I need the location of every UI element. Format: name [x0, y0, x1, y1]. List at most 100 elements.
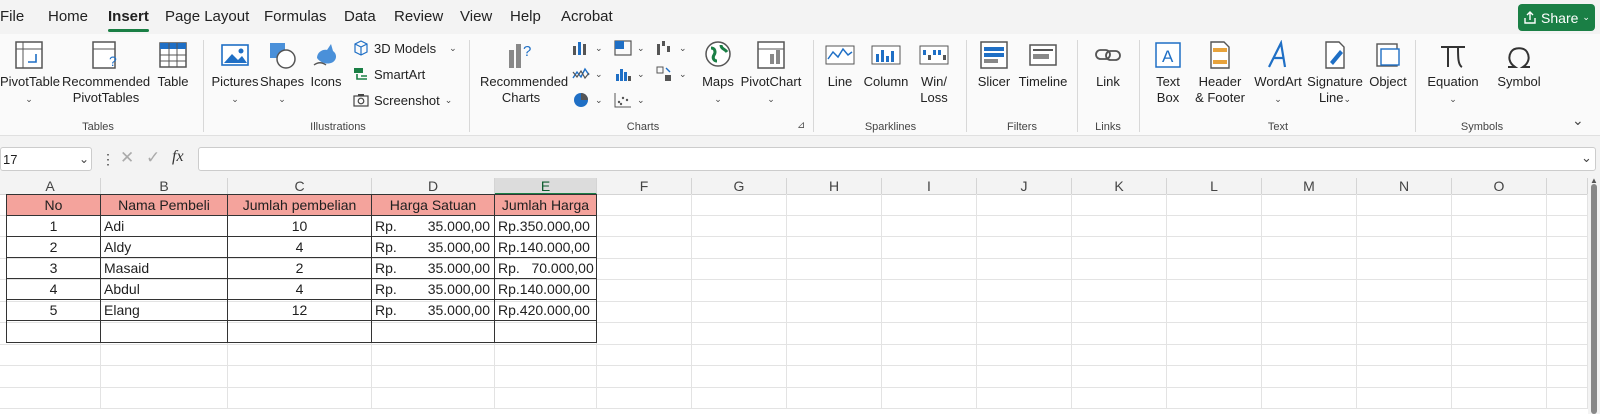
grid-cell[interactable] [1452, 194, 1547, 216]
grid-cell[interactable] [1547, 280, 1588, 302]
grid-cell[interactable] [882, 366, 977, 388]
grid-cell[interactable] [1547, 366, 1588, 388]
grid-cell[interactable] [1452, 301, 1547, 323]
grid-cell[interactable] [882, 215, 977, 237]
grid-cell[interactable] [0, 366, 101, 388]
screenshot-button[interactable]: Screenshot ⌄ [353, 92, 452, 108]
cell-no[interactable]: 3 [6, 258, 101, 279]
grid-cell[interactable] [597, 366, 692, 388]
grid-cell[interactable] [787, 301, 882, 323]
grid-cell[interactable] [692, 301, 787, 323]
cell-jumlah[interactable]: 10 [228, 216, 372, 237]
vertical-scrollbar[interactable]: ▲ [1588, 176, 1600, 414]
pivotchart-button[interactable]: PivotChart ⌄ [740, 40, 802, 107]
grid-cell[interactable] [1357, 366, 1452, 388]
column-header-O[interactable]: O [1452, 178, 1547, 195]
grid-cell[interactable] [1262, 301, 1357, 323]
tab-review[interactable]: Review [394, 8, 443, 25]
grid-cell[interactable] [787, 258, 882, 280]
header-cell-jumlah-harga[interactable]: Jumlah Harga [495, 194, 597, 216]
dialog-launcher-icon[interactable]: ⊿ [797, 120, 805, 131]
grid-cell[interactable] [1072, 215, 1167, 237]
grid-cell[interactable] [1357, 215, 1452, 237]
column-header-M[interactable]: M [1262, 178, 1357, 195]
grid-cell[interactable] [787, 237, 882, 259]
cell-no[interactable]: 1 [6, 216, 101, 237]
grid-cell[interactable] [495, 344, 597, 366]
grid-cell[interactable] [977, 215, 1072, 237]
grid-cell[interactable] [692, 323, 787, 345]
grid-cell[interactable] [372, 366, 495, 388]
grid-cell[interactable] [1452, 344, 1547, 366]
cell-jumlah-harga[interactable]: Rp.140.000,00 [495, 237, 597, 258]
grid-cell[interactable] [1167, 323, 1262, 345]
grid-cell[interactable] [1262, 366, 1357, 388]
3d-models-button[interactable]: 3D Models ⌄ [353, 40, 457, 56]
tab-insert[interactable]: Insert [108, 8, 149, 32]
grid-cell[interactable] [787, 366, 882, 388]
grid-cell[interactable] [597, 258, 692, 280]
cell-no[interactable]: 4 [6, 279, 101, 300]
cell-nama[interactable]: Aldy [101, 237, 228, 258]
scrollbar-thumb[interactable] [1591, 184, 1597, 414]
grid-cell[interactable] [882, 280, 977, 302]
grid-cell[interactable] [977, 237, 1072, 259]
grid-cell[interactable] [692, 387, 787, 409]
grid-cell[interactable] [597, 387, 692, 409]
grid-cell[interactable] [1357, 344, 1452, 366]
grid-cell[interactable] [977, 280, 1072, 302]
column-header-D[interactable]: D [372, 178, 495, 195]
grid-cell[interactable] [882, 387, 977, 409]
grid-cell[interactable] [1072, 280, 1167, 302]
cell-jumlah-harga[interactable]: Rp.350.000,00 [495, 216, 597, 237]
grid-cell[interactable] [692, 366, 787, 388]
tab-help[interactable]: Help [510, 8, 541, 25]
tab-acrobat[interactable]: Acrobat [561, 8, 613, 25]
grid-cell[interactable] [1452, 258, 1547, 280]
grid-cell[interactable] [1262, 280, 1357, 302]
grid-cell[interactable] [1072, 237, 1167, 259]
grid-cell[interactable] [1072, 387, 1167, 409]
grid-cell[interactable] [1452, 215, 1547, 237]
column-header-F[interactable]: F [597, 178, 692, 195]
grid-cell[interactable] [1262, 258, 1357, 280]
header-cell-harga-satuan[interactable]: Harga Satuan [372, 194, 495, 216]
wordart-button[interactable]: WordArt ⌄ [1252, 40, 1304, 107]
cell-no[interactable]: 5 [6, 300, 101, 321]
grid-cell[interactable] [1357, 301, 1452, 323]
grid-cell[interactable] [692, 237, 787, 259]
grid-cell[interactable] [882, 258, 977, 280]
column-header-L[interactable]: L [1167, 178, 1262, 195]
recommended-pivottables-button[interactable]: ? Recommended PivotTables [62, 40, 150, 106]
grid-cell[interactable] [372, 387, 495, 409]
name-box[interactable]: 17 ⌄ [0, 147, 92, 171]
cell-harga-satuan[interactable]: Rp. 35.000,00 [372, 258, 495, 279]
header-cell-nama-pembeli[interactable]: Nama Pembeli [101, 194, 228, 216]
cell-nama[interactable]: Abdul [101, 279, 228, 300]
statistic-chart-button[interactable]: ⌄ [614, 66, 645, 82]
grid-cell[interactable] [882, 237, 977, 259]
grid-cell[interactable] [0, 344, 101, 366]
grid-cell[interactable] [1262, 387, 1357, 409]
equation-button[interactable]: Equation ⌄ [1422, 40, 1484, 107]
grid-cell[interactable] [597, 215, 692, 237]
cell-nama[interactable]: Elang [101, 300, 228, 321]
header-cell-no[interactable]: No [6, 194, 101, 216]
cell-harga-satuan[interactable]: Rp. 35.000,00 [372, 279, 495, 300]
hierarchy-chart-button[interactable]: ⌄ [614, 40, 645, 56]
column-header-J[interactable]: J [977, 178, 1072, 195]
grid-cell[interactable] [977, 258, 1072, 280]
grid-cell[interactable] [1357, 237, 1452, 259]
column-header-G[interactable]: G [692, 178, 787, 195]
grid-cell[interactable] [228, 366, 372, 388]
grid-cell[interactable] [787, 280, 882, 302]
grid-cell[interactable] [1262, 323, 1357, 345]
grid-cell[interactable] [1547, 258, 1588, 280]
waterfall-chart-button[interactable]: ⌄ [656, 40, 687, 56]
grid-cell[interactable] [692, 194, 787, 216]
cell-harga-satuan[interactable]: Rp. 35.000,00 [372, 300, 495, 321]
grid-cell[interactable] [1167, 344, 1262, 366]
grid-cell[interactable] [1357, 258, 1452, 280]
grid-cell[interactable] [882, 194, 977, 216]
header-cell-jumlah-pembelian[interactable]: Jumlah pembelian [228, 194, 372, 216]
